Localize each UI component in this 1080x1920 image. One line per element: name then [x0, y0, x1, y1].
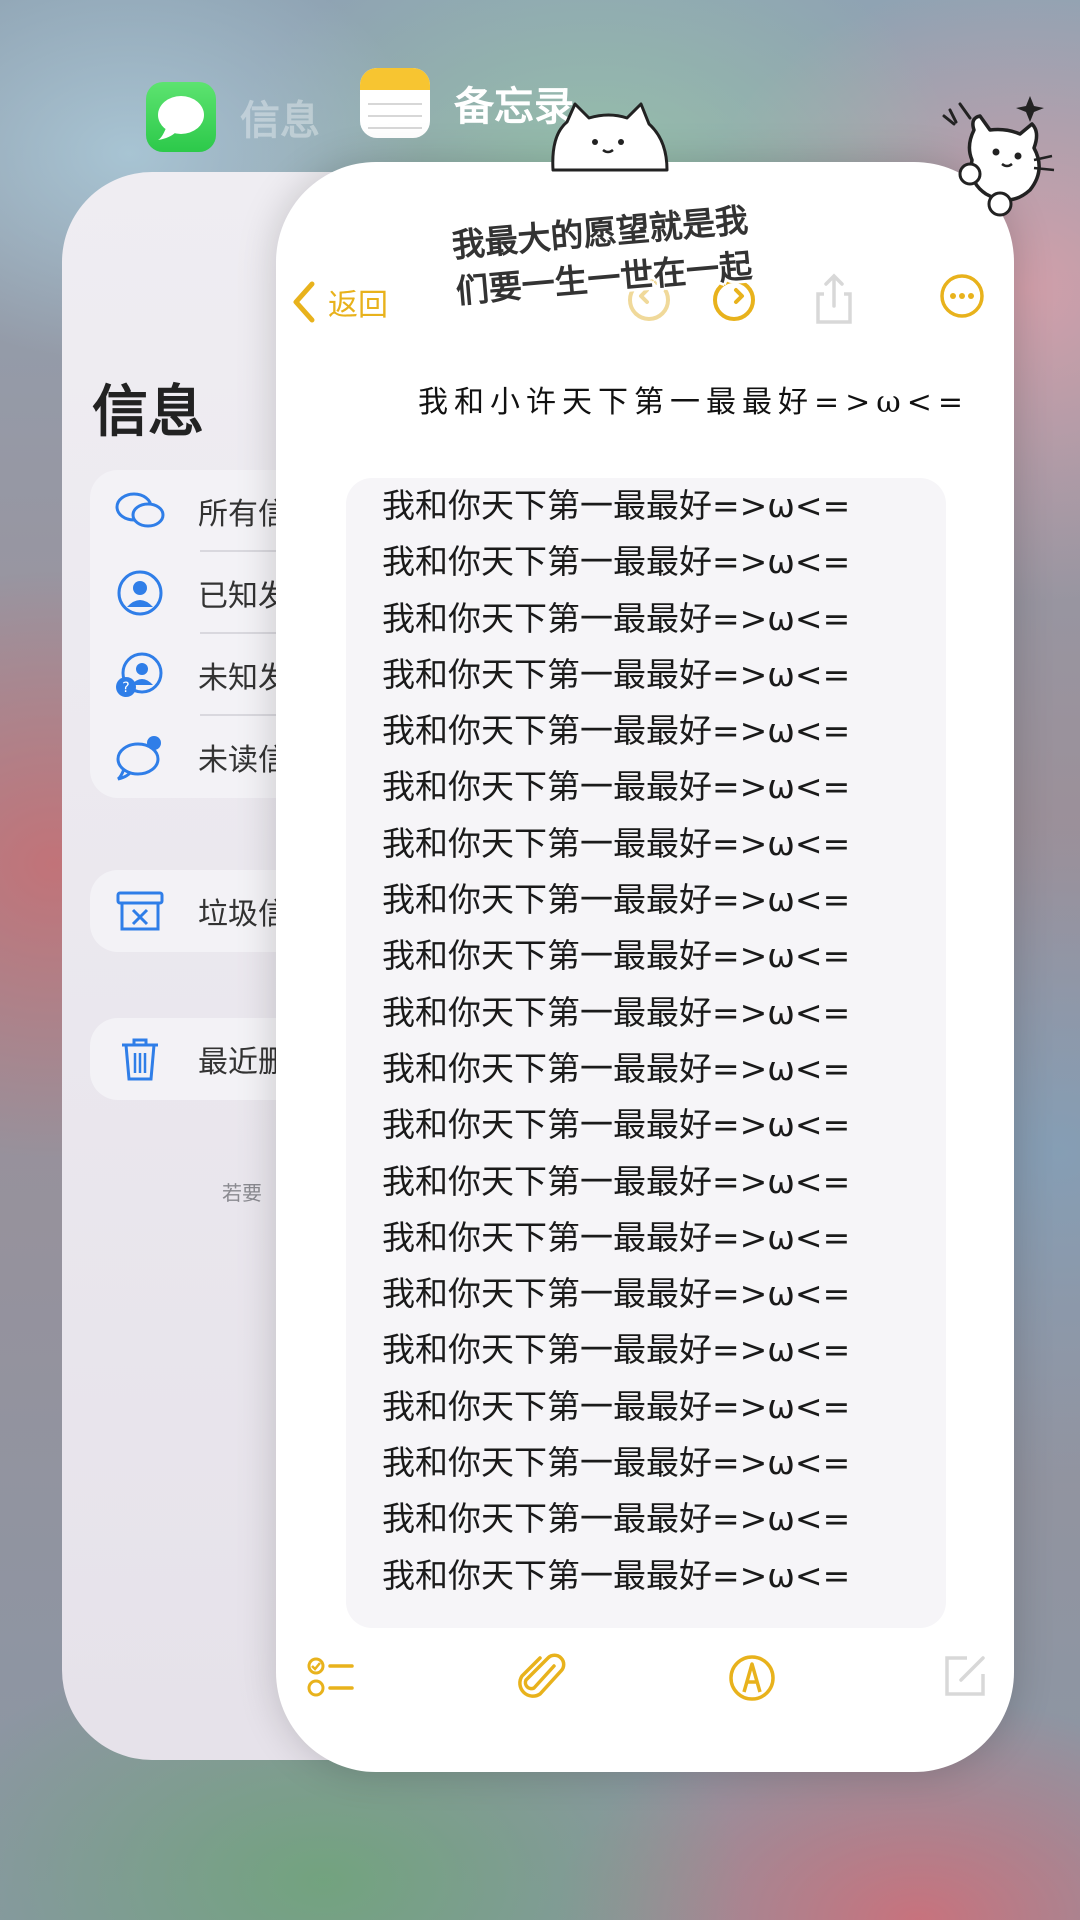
peeking-cat-sticker-icon: [942, 96, 1055, 217]
markup-icon[interactable]: [726, 1652, 778, 1704]
note-body-line: 我和你天下第一最最好=>ω<=: [382, 654, 851, 694]
attachment-icon[interactable]: [516, 1652, 568, 1704]
more-icon[interactable]: [938, 272, 986, 320]
checklist-icon[interactable]: [306, 1652, 358, 1704]
note-body-line: 我和你天下第一最最好=>ω<=: [382, 1217, 851, 1257]
filter-label: 最近删: [198, 1045, 288, 1080]
note-text-area[interactable]: 我和你天下第一最最好=>ω<= 我和你天下第一最最好=>ω<= 我和你天下第一最最好…: [346, 478, 946, 1628]
note-body-line: 我和你天下第一最最好=>ω<=: [382, 992, 851, 1032]
back-label: 返回: [328, 288, 388, 323]
messages-title: 信息: [92, 380, 204, 445]
notes-bottom-toolbar: [276, 1652, 1014, 1732]
note-body-line: 我和你天下第一最最好=>ω<=: [382, 542, 851, 582]
messages-app-icon: [146, 82, 216, 152]
note-body-line: 我和你天下第一最最好=>ω<=: [382, 1161, 851, 1201]
note-body-line: 我和你天下第一最最好=>ω<=: [382, 1048, 851, 1088]
filter-label: 未知发: [198, 661, 288, 696]
note-body-line: 我和你天下第一最最好=>ω<=: [382, 1274, 851, 1314]
filter-label: 未读信: [198, 743, 288, 778]
note-body-line: 我和你天下第一最最好=>ω<=: [382, 1330, 851, 1370]
note-body-line: 我和你天下第一最最好=>ω<=: [382, 823, 851, 863]
junk-icon: [116, 891, 164, 931]
messages-app-name: 信息: [240, 98, 320, 144]
note-body-line: 我和你天下第一最最好=>ω<=: [382, 1386, 851, 1426]
note-body-line: 我和你天下第一最最好=>ω<=: [382, 880, 851, 920]
handwritten-emoticon: =>ω<=: [814, 385, 970, 420]
unknown-senders-icon: ?: [116, 652, 163, 697]
handwritten-note-line: 我和小许天下第一最最好=>ω<=: [418, 377, 978, 421]
messages-app-header[interactable]: 信息: [146, 82, 320, 152]
note-body-line: 我和你天下第一最最好=>ω<=: [382, 936, 851, 976]
filter-label: 垃圾信: [198, 897, 288, 932]
filter-label: 已知发: [198, 579, 288, 614]
compose-icon[interactable]: [941, 1652, 989, 1700]
note-body-line: 我和你天下第一最最好=>ω<=: [382, 711, 851, 751]
notes-app-icon: [360, 68, 430, 138]
note-body-line: 我和你天下第一最最好=>ω<=: [382, 1105, 851, 1145]
trash-icon: [122, 1038, 158, 1081]
all-messages-icon: [115, 492, 165, 528]
handwritten-text: 我和小许天下第一最最好: [418, 385, 814, 420]
notes-app-header[interactable]: 备忘录: [360, 68, 574, 138]
share-icon[interactable]: [806, 272, 862, 328]
unread-messages-icon: [116, 736, 161, 781]
note-body-line: 我和你天下第一最最好=>ω<=: [382, 767, 851, 807]
back-button[interactable]: 返回: [290, 262, 388, 342]
cat-sticker-icon: [551, 102, 669, 172]
note-body-line: 我和你天下第一最最好=>ω<=: [382, 1443, 851, 1483]
known-senders-icon: [117, 570, 163, 616]
svg-text:?: ?: [122, 680, 129, 696]
filter-label: 所有信: [198, 497, 288, 532]
notes-app-card[interactable]: 返回 我和小许天下第一最最好=>ω<= 我和你天下第一最最好=>ω<= 我和你天下…: [276, 162, 1014, 1772]
note-body-line: 我和你天下第一最最好=>ω<=: [382, 598, 851, 638]
note-body-line: 我和你天下第一最最好=>ω<=: [382, 1555, 851, 1595]
messages-footer-text: 若要: [222, 1181, 262, 1205]
note-body-line: 我和你天下第一最最好=>ω<=: [382, 486, 851, 525]
note-body-line: 我和你天下第一最最好=>ω<=: [382, 1499, 851, 1539]
chevron-left-icon: [293, 281, 315, 323]
